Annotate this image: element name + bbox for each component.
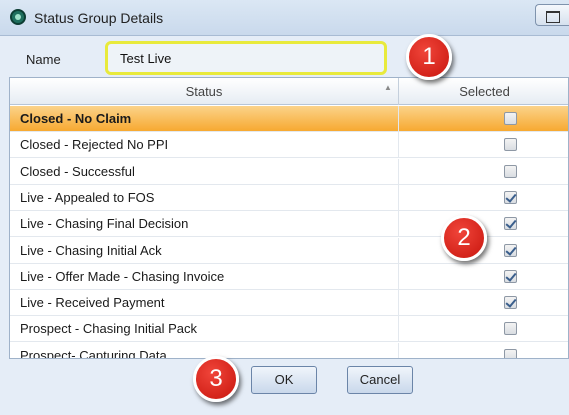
grid-header: Status ▲ Selected [10, 78, 568, 105]
maximize-button[interactable] [535, 4, 569, 26]
selected-checkbox[interactable] [504, 138, 517, 152]
status-cell: Closed - Rejected No PPI [10, 132, 399, 159]
status-cell: Live - Offer Made - Chasing Invoice [10, 263, 399, 290]
status-cell: Closed - Successful [10, 158, 399, 185]
table-row[interactable]: Closed - Rejected No PPI [10, 132, 568, 159]
ok-button[interactable]: OK [251, 366, 317, 394]
app-logo-icon [10, 9, 26, 25]
selected-checkbox[interactable] [504, 112, 517, 125]
callout-badge-1: 1 [406, 34, 452, 80]
table-row[interactable]: Live - Appealed to FOS [10, 184, 568, 211]
status-cell: Closed - No Claim [10, 106, 399, 132]
status-cell: Live - Appealed to FOS [10, 184, 399, 211]
cancel-button[interactable]: Cancel [347, 366, 413, 394]
name-input[interactable] [105, 41, 387, 75]
status-cell: Prospect - Chasing Initial Pack [10, 316, 399, 343]
selected-checkbox[interactable] [504, 243, 517, 257]
window-title: Status Group Details [34, 10, 164, 26]
table-row[interactable]: Closed - No Claim [10, 106, 568, 132]
status-cell: Live - Chasing Initial Ack [10, 237, 399, 264]
status-grid: Status ▲ Selected Closed - No Claim Close… [9, 77, 569, 359]
selected-checkbox[interactable] [504, 296, 517, 310]
table-row[interactable]: Prospect - Chasing Initial Pack [10, 316, 568, 343]
status-cell: Prospect- Capturing Data [10, 342, 399, 358]
status-cell: Live - Received Payment [10, 290, 399, 317]
callout-badge-2: 2 [441, 215, 487, 261]
title-bar: Status Group Details [0, 0, 569, 36]
status-cell: Live - Chasing Final Decision [10, 211, 399, 238]
selected-checkbox[interactable] [504, 269, 517, 283]
table-row[interactable]: Closed - Successful [10, 158, 568, 185]
selected-checkbox[interactable] [504, 190, 517, 204]
table-row[interactable]: Live - Offer Made - Chasing Invoice [10, 263, 568, 290]
name-label: Name [26, 52, 61, 67]
selected-checkbox[interactable] [504, 217, 517, 231]
selected-checkbox[interactable] [504, 348, 517, 358]
callout-badge-3: 3 [193, 356, 239, 402]
selected-column-header[interactable]: Selected [399, 78, 568, 105]
selected-checkbox[interactable] [504, 164, 517, 178]
table-row[interactable]: Live - Received Payment [10, 290, 568, 317]
table-row[interactable]: Prospect- Capturing Data [10, 342, 568, 358]
selected-checkbox[interactable] [504, 322, 517, 336]
status-column-header[interactable]: Status [10, 78, 399, 105]
sort-ascending-icon: ▲ [384, 83, 392, 92]
